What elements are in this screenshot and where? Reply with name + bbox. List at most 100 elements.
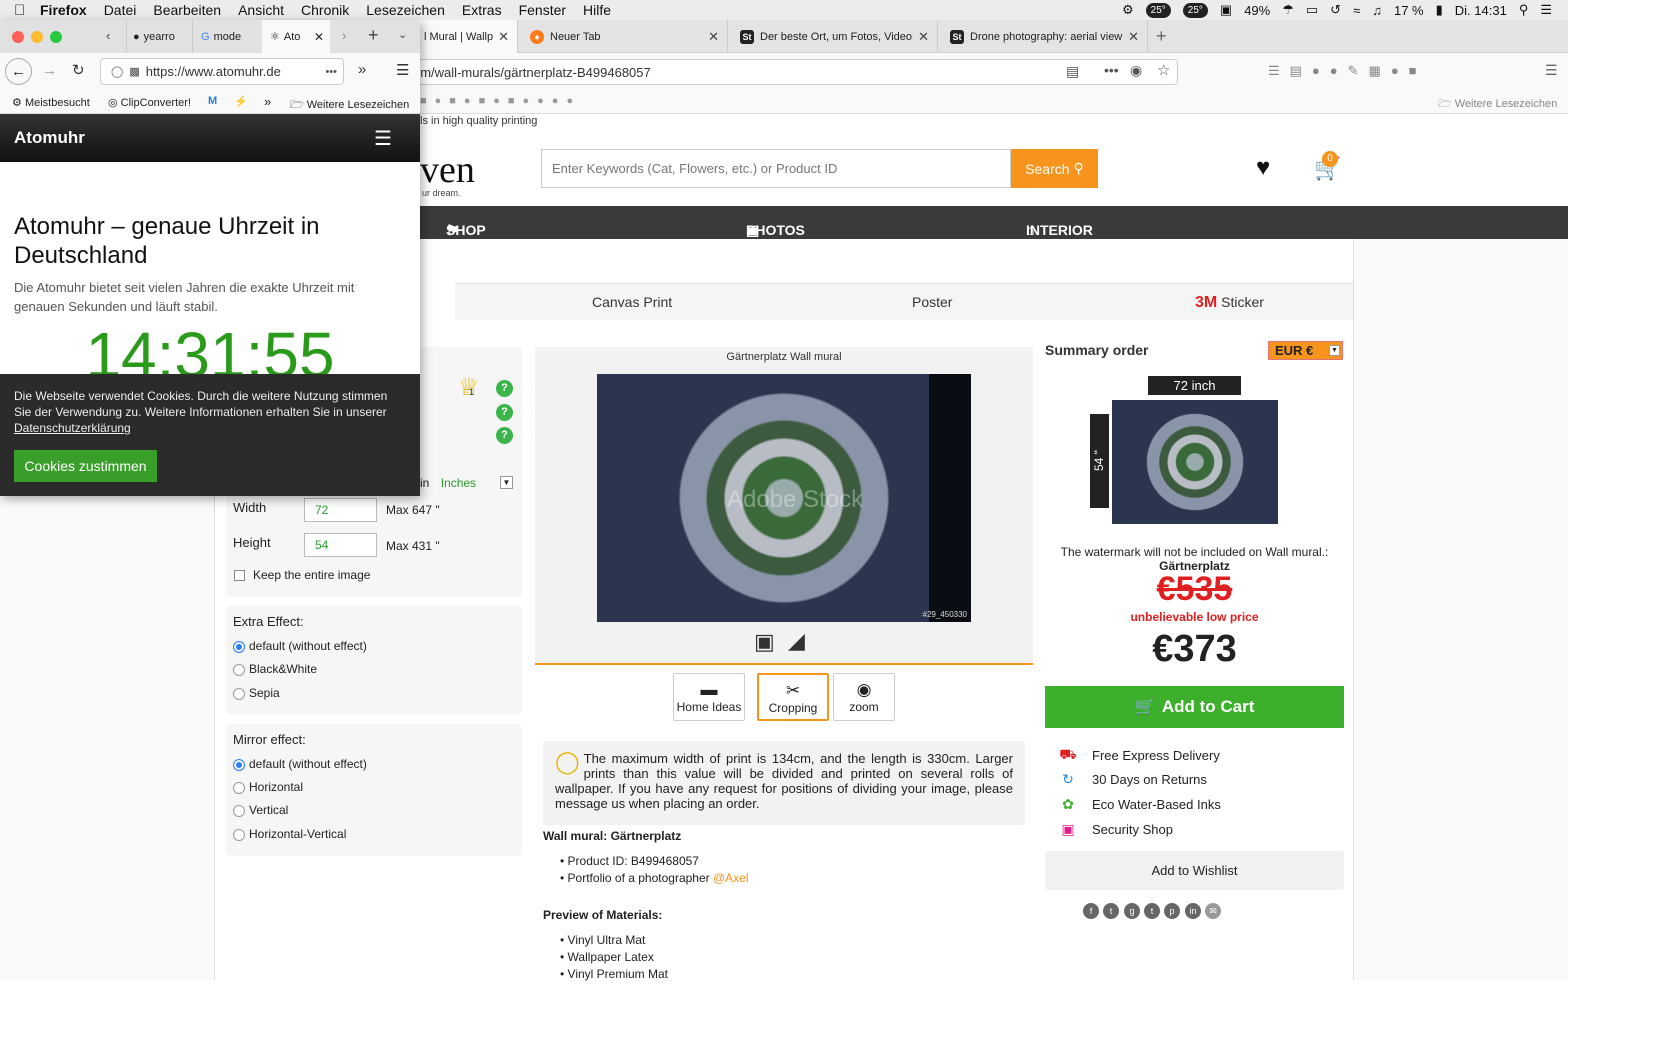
mirror-vertical-radio[interactable]: Vertical	[233, 803, 288, 817]
height-input[interactable]	[304, 533, 377, 557]
bolt-icon[interactable]: ⚡	[234, 95, 248, 108]
overflow-chevron-icon[interactable]: »	[358, 61, 366, 78]
more-actions-icon[interactable]: •••	[1104, 62, 1119, 78]
email-icon[interactable]: ✉	[1205, 903, 1221, 919]
google-plus-icon[interactable]: g	[1124, 903, 1140, 919]
zoom-button[interactable]: ◉ zoom	[833, 673, 895, 721]
tab-wall-mural[interactable]: l Mural | Wallp ✕	[412, 20, 518, 53]
close-icon[interactable]: ✕	[314, 30, 324, 44]
clock[interactable]: Di. 14:31	[1455, 3, 1507, 18]
menu-extras[interactable]: Extras	[462, 2, 502, 18]
wifi-icon[interactable]: ≈	[1353, 3, 1360, 18]
search-input[interactable]	[541, 149, 1011, 188]
overflow-chevron-icon[interactable]: »	[264, 94, 271, 109]
help-icon[interactable]: ?	[496, 380, 513, 397]
close-icon[interactable]: ✕	[498, 29, 509, 45]
menu-datei[interactable]: Datei	[104, 2, 137, 18]
menu-app-name[interactable]: Firefox	[40, 2, 87, 18]
pocket-icon[interactable]: ◉	[1130, 62, 1142, 79]
tumblr-icon[interactable]: t	[1144, 903, 1160, 919]
back-icon[interactable]: ←	[5, 58, 32, 85]
airplay-icon[interactable]: ▭	[1306, 2, 1318, 18]
overlay-tab-2[interactable]: Gmode	[192, 20, 262, 53]
tab-new[interactable]: ● Neuer Tab ✕	[518, 20, 728, 53]
radio[interactable]	[233, 687, 245, 700]
product-photo[interactable]: Adobe Stock #29_450330	[597, 374, 971, 622]
menu-fenster[interactable]: Fenster	[519, 2, 566, 18]
battery-icon[interactable]: ▮	[1436, 2, 1443, 18]
new-tab-icon[interactable]: +	[368, 25, 379, 46]
linkedin-icon[interactable]: in	[1185, 903, 1201, 919]
photographer-link[interactable]: @Axel	[713, 871, 749, 885]
forward-icon[interactable]: →	[42, 62, 57, 79]
radio-selected[interactable]	[233, 758, 245, 771]
overlay-tab-atomuhr[interactable]: ⚛ Ato ✕	[262, 20, 330, 53]
menu-lesezeichen[interactable]: Lesezeichen	[366, 2, 445, 18]
currency-select[interactable]: EUR € ▼	[1268, 341, 1343, 360]
reload-icon[interactable]: ↻	[72, 61, 85, 79]
overlay-url-bar[interactable]: ◯ ▩ https://www.atomuhr.de •••	[100, 58, 344, 85]
effect-bw-radio[interactable]: Black&White	[233, 662, 317, 676]
radio[interactable]	[233, 828, 245, 841]
privacy-link[interactable]: Datenschutzerklärung	[14, 421, 131, 435]
radio[interactable]	[233, 804, 245, 817]
notification-center-icon[interactable]: ☰	[1540, 2, 1552, 18]
atomuhr-brand[interactable]: Atomuhr	[14, 128, 85, 148]
temp-badge-1[interactable]: 25°	[1145, 2, 1171, 18]
hamburger-menu-icon[interactable]: ☰	[1545, 62, 1558, 79]
effect-sepia-radio[interactable]: Sepia	[233, 686, 280, 700]
dropbox-icon[interactable]: ⚙	[1122, 2, 1134, 18]
more-actions-icon[interactable]: •••	[325, 66, 337, 78]
tab-canvas-print[interactable]: Canvas Print	[592, 294, 672, 310]
display-icon[interactable]: ▣	[1220, 2, 1232, 18]
overlay-tab-1[interactable]: ● yearro	[126, 20, 192, 53]
menu-chronik[interactable]: Chronik	[301, 2, 349, 18]
battery-percent-2[interactable]: 17 %	[1394, 3, 1424, 18]
help-icon[interactable]: ?	[496, 427, 513, 444]
checkbox-box[interactable]	[234, 570, 245, 582]
radio[interactable]	[233, 663, 245, 676]
ruler-triangle-icon[interactable]: ◢	[788, 628, 805, 654]
home-ideas-button[interactable]: ▬ Home Ideas	[673, 673, 745, 721]
hamburger-menu-icon[interactable]: ☰	[396, 61, 409, 79]
wishlist-heart-icon[interactable]: ♥	[1256, 154, 1270, 182]
mirror-hv-radio[interactable]: Horizontal-Vertical	[233, 827, 346, 841]
cropping-button[interactable]: ✂ Cropping	[757, 673, 829, 721]
search-button[interactable]: Search ⚲	[1011, 149, 1098, 188]
help-icon[interactable]: ?	[496, 404, 513, 421]
bookmark-star-icon[interactable]: ☆	[1157, 61, 1170, 79]
bookmark-clipconverter[interactable]: ◎ ClipConverter!	[108, 96, 191, 109]
tab-poster[interactable]: Poster	[912, 294, 952, 310]
spotlight-search-icon[interactable]: ⚲	[1519, 2, 1529, 18]
radio[interactable]	[233, 781, 245, 794]
tab-list-chevron-icon[interactable]: ⌄	[398, 28, 407, 41]
time-machine-icon[interactable]: ↺	[1330, 2, 1341, 18]
unit-select[interactable]: in Inches ▼	[420, 476, 513, 490]
menu-hilfe[interactable]: Hilfe	[583, 2, 611, 18]
close-icon[interactable]: ✕	[708, 29, 719, 45]
add-to-cart-button[interactable]: 🛒 Add to Cart	[1045, 686, 1344, 728]
twitter-icon[interactable]: t	[1103, 903, 1119, 919]
main-url-bar[interactable]: om/wall-murals/gärtnerplatz-B499468057	[400, 59, 1178, 85]
gmail-icon[interactable]: M	[208, 95, 217, 107]
bookmark-favicons[interactable]: ■●■●■●■●●●●	[420, 95, 581, 107]
window-close-button[interactable]	[12, 31, 24, 43]
bookmarks-more-folder[interactable]: 🗁 Weitere Lesezeichen	[290, 96, 409, 115]
new-tab-icon[interactable]: +	[1156, 26, 1167, 47]
mirror-horizontal-radio[interactable]: Horizontal	[233, 780, 303, 794]
facebook-icon[interactable]: f	[1083, 903, 1099, 919]
accept-cookies-button[interactable]: Cookies zustimmen	[14, 450, 157, 482]
bookmark-meistbesucht[interactable]: ⚙ Meistbesucht	[12, 96, 90, 109]
site-logo[interactable]: ven	[420, 148, 475, 192]
radio-selected[interactable]	[233, 640, 245, 653]
close-icon[interactable]: ✕	[1128, 29, 1139, 45]
tabs-back-icon[interactable]: ‹	[106, 28, 110, 43]
toolbar-extension-icons[interactable]: ☰▤●●✎▦●■	[1268, 63, 1427, 79]
battery-percent-1[interactable]: 49%	[1244, 3, 1270, 18]
effect-default-radio[interactable]: default (without effect)	[233, 639, 367, 653]
menu-ansicht[interactable]: Ansicht	[238, 2, 284, 18]
tab-adobe-stock-2[interactable]: St Drone photography: aerial view ✕	[938, 20, 1148, 53]
temp-badge-2[interactable]: 25°	[1182, 2, 1208, 18]
width-input[interactable]	[304, 498, 377, 522]
mirror-default-radio[interactable]: default (without effect)	[233, 757, 367, 771]
